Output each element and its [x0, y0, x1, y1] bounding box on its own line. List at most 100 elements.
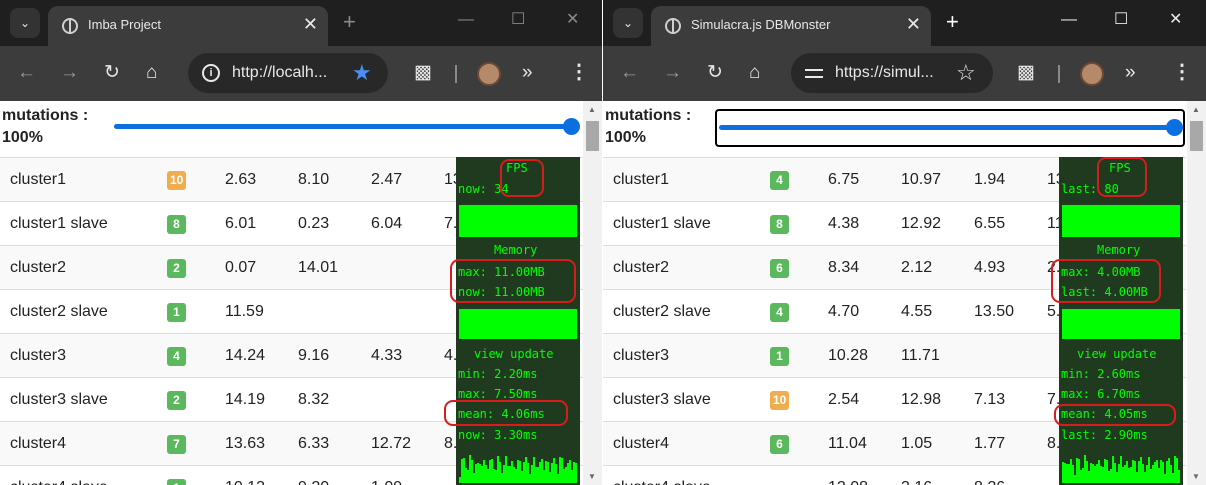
close-window-button[interactable]: ✕: [566, 10, 579, 30]
query-time-cell: 4.93: [974, 259, 1006, 276]
perf-monitor: FPS last: 80 Memory max: 4.00MB last: 4.…: [1059, 157, 1183, 485]
db-name: cluster4: [10, 435, 67, 452]
globe-icon: [665, 18, 681, 34]
view-update-min: min: 2.20ms: [458, 367, 538, 381]
star-outline-icon[interactable]: ☆: [956, 61, 976, 85]
view-update-now: now: 3.30ms: [458, 428, 538, 442]
query-time-cell: 12.72: [371, 435, 412, 452]
tab-search-button[interactable]: ⌄: [10, 8, 40, 38]
tab-bar: ⌄ Imba Project ✕ + — ☐ ✕: [0, 0, 602, 46]
query-time-cell: 2.12: [901, 259, 933, 276]
scroll-up-icon[interactable]: ▲: [588, 105, 596, 114]
home-icon[interactable]: ⌂: [146, 62, 157, 84]
kebab-menu-icon[interactable]: ⋮: [1172, 60, 1192, 84]
slider-thumb[interactable]: [563, 118, 580, 135]
tab-search-button[interactable]: ⌄: [613, 8, 643, 38]
db-name: cluster2 slave: [613, 303, 711, 320]
query-time-cell: 12.08: [828, 479, 868, 485]
tab-simulacra-dbmonster[interactable]: Simulacra.js DBMonster ✕: [651, 6, 931, 46]
toolbar-divider: [455, 65, 457, 83]
avatar[interactable]: [1080, 62, 1104, 86]
forward-icon[interactable]: →: [60, 62, 79, 84]
browser-window-simulacra: ⌄ Simulacra.js DBMonster ✕ + — ☐ ✕ ← → ↻…: [603, 0, 1206, 485]
extensions-icon[interactable]: ▩: [1017, 62, 1035, 84]
mutations-control: mutations : 100%: [0, 101, 583, 157]
tab-imba-project[interactable]: Imba Project ✕: [48, 6, 328, 46]
close-window-button[interactable]: ✕: [1169, 10, 1182, 30]
chevron-double-right-icon[interactable]: »: [1125, 62, 1136, 84]
annotation-ring-memory: [450, 259, 576, 303]
query-time-cell: 11.71: [901, 347, 940, 364]
query-time-cell: 6.75: [828, 171, 860, 188]
query-count-badge: 1: [167, 303, 186, 322]
back-icon[interactable]: ←: [17, 62, 36, 84]
kebab-menu-icon[interactable]: ⋮: [569, 60, 589, 84]
query-count-badge: 2: [167, 259, 186, 278]
extensions-icon[interactable]: ▩: [414, 62, 432, 84]
view-update-max: max: 6.70ms: [1061, 387, 1141, 401]
query-time-cell: 12.92: [901, 215, 942, 232]
db-name: cluster3 slave: [613, 391, 711, 408]
query-time-cell: 7.13: [974, 391, 1006, 408]
query-time-cell: 1.09: [371, 479, 402, 485]
query-time-cell: 6.55: [974, 215, 1006, 232]
new-tab-button[interactable]: +: [946, 9, 959, 35]
reload-icon[interactable]: ↻: [707, 62, 723, 84]
db-name: cluster3: [613, 347, 670, 364]
query-count-badge: 8: [770, 215, 789, 234]
query-time-cell: 12.98: [901, 391, 942, 408]
mutations-label: mutations : 100%: [605, 107, 692, 146]
minimize-button[interactable]: —: [458, 10, 474, 30]
scroll-down-icon[interactable]: ▼: [588, 472, 596, 481]
scrollbar[interactable]: ▲ ▼: [1187, 101, 1206, 485]
toolbar-divider: [1058, 65, 1060, 83]
query-count-badge: 6: [770, 259, 789, 278]
address-bar[interactable]: https://simul... ☆: [791, 53, 993, 93]
query-count-badge: 6: [770, 435, 789, 454]
scroll-up-icon[interactable]: ▲: [1192, 105, 1200, 114]
mutations-slider[interactable]: [114, 117, 580, 135]
memory-title: Memory: [1097, 243, 1141, 257]
info-icon[interactable]: i: [202, 64, 220, 82]
scroll-down-icon[interactable]: ▼: [1192, 472, 1200, 481]
scrollbar[interactable]: ▲ ▼: [583, 101, 602, 485]
tune-icon[interactable]: [805, 66, 823, 80]
back-icon[interactable]: ←: [620, 62, 639, 84]
forward-icon[interactable]: →: [663, 62, 682, 84]
avatar[interactable]: [477, 62, 501, 86]
slider-track: [719, 125, 1173, 130]
query-time-cell: 4.70: [828, 303, 860, 320]
minimize-button[interactable]: —: [1061, 10, 1077, 30]
db-name: cluster2 slave: [10, 303, 108, 320]
reload-icon[interactable]: ↻: [104, 62, 120, 84]
query-count-badge: 4: [167, 347, 186, 366]
star-filled-icon[interactable]: ★: [352, 61, 372, 85]
scrollbar-thumb[interactable]: [586, 121, 599, 151]
close-tab-icon[interactable]: ✕: [303, 14, 318, 34]
view-update-title: view update: [474, 347, 554, 361]
view-update-graph: [1062, 447, 1180, 483]
tab-title: Simulacra.js DBMonster: [691, 17, 831, 32]
slider-thumb[interactable]: [1166, 119, 1183, 136]
browser-window-imba: ⌄ Imba Project ✕ + — ☐ ✕ ← → ↻ ⌂ i http:…: [0, 0, 602, 485]
query-time-cell: 4.38: [828, 215, 860, 232]
browser-toolbar: ← → ↻ ⌂ i http://localh... ★ ▩ » ⋮: [0, 46, 602, 101]
maximize-button[interactable]: ☐: [511, 10, 525, 30]
scrollbar-thumb[interactable]: [1190, 121, 1203, 151]
query-time-cell: 0.07: [225, 259, 257, 276]
annotation-ring-mean: [444, 400, 568, 426]
query-time-cell: 3.16: [901, 479, 932, 485]
mutations-slider[interactable]: [719, 118, 1183, 136]
query-count-badge: 10: [167, 171, 187, 190]
new-tab-button[interactable]: +: [343, 9, 356, 35]
query-time-cell: 9.20: [298, 479, 329, 485]
home-icon[interactable]: ⌂: [749, 62, 760, 84]
chevron-double-right-icon[interactable]: »: [522, 62, 533, 84]
slider-track: [114, 124, 570, 129]
close-tab-icon[interactable]: ✕: [906, 14, 921, 34]
db-name: cluster4: [613, 435, 670, 452]
db-name: cluster1 slave: [10, 215, 108, 232]
address-bar[interactable]: i http://localh... ★: [188, 53, 388, 93]
maximize-button[interactable]: ☐: [1114, 10, 1128, 30]
memory-title: Memory: [494, 243, 538, 257]
